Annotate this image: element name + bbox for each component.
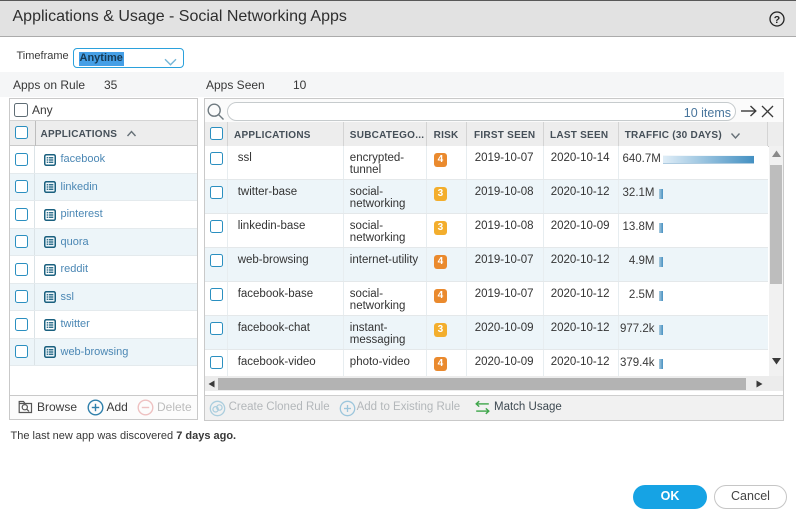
svg-text:?: ? [774, 14, 780, 26]
